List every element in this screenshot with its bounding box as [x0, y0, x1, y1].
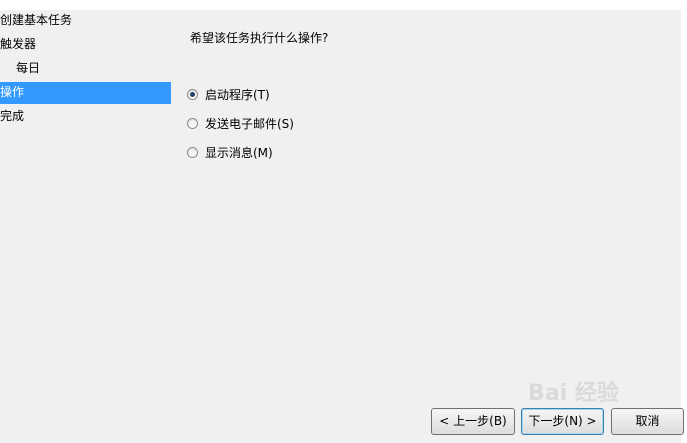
radio-button[interactable] [187, 117, 198, 129]
step-finish[interactable]: 完成 [0, 106, 24, 128]
step-create-basic-task[interactable]: 创建基本任务 [0, 10, 72, 32]
option-label: 启动程序(T) [205, 87, 270, 102]
step-label: 操作 [0, 85, 25, 99]
radio-button-checked[interactable] [187, 88, 198, 100]
action-prompt: 希望该任务执行什么操作? [190, 31, 329, 45]
radio-button[interactable] [187, 146, 198, 158]
option-start-program[interactable]: 启动程序(T) [187, 86, 270, 102]
back-button[interactable]: < 上一步(B) [431, 408, 515, 435]
step-label: 触发器 [0, 37, 37, 51]
watermark-logo: Bai 经验 [528, 381, 619, 406]
step-label: 每日 [16, 61, 41, 75]
step-trigger[interactable]: 触发器 [0, 34, 36, 56]
option-label: 发送电子邮件(S) [205, 116, 294, 131]
option-label: 显示消息(M) [205, 145, 273, 160]
cancel-button[interactable]: 取消 [611, 408, 684, 435]
next-button[interactable]: 下一步(N) > [521, 408, 604, 435]
wizard-dialog: 创建基本任务 触发器 每日 操作 完成 希望该任务执行什么操作? 启动程序(T)… [0, 10, 684, 443]
step-action[interactable]: 操作 [0, 82, 171, 104]
option-display-message[interactable]: 显示消息(M) [187, 144, 273, 160]
step-label: 完成 [0, 109, 25, 123]
step-label: 创建基本任务 [0, 13, 73, 27]
window-edge [681, 0, 687, 443]
step-daily[interactable]: 每日 [16, 58, 40, 80]
option-send-email[interactable]: 发送电子邮件(S) [187, 115, 294, 131]
